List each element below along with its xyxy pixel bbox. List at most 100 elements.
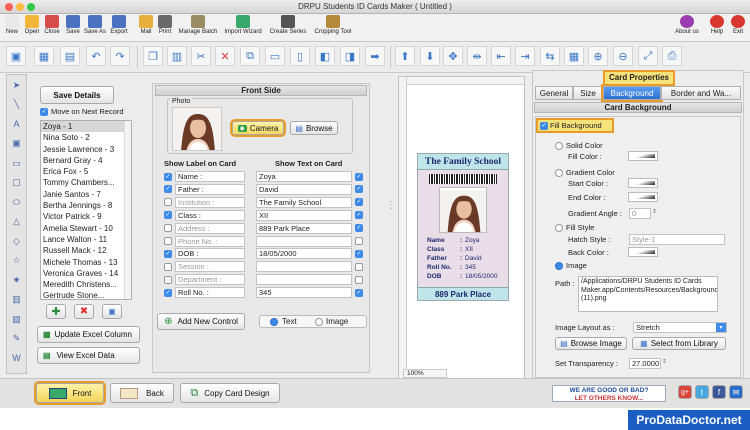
field-label-input[interactable]: Institution :: [175, 196, 245, 208]
signature-icon[interactable]: ✎: [9, 332, 24, 346]
show-text-checkbox[interactable]: ✓: [355, 224, 363, 233]
show-label-checkbox[interactable]: ✓: [164, 288, 172, 297]
end-color-swatch[interactable]: [628, 192, 658, 202]
show-text-checkbox[interactable]: ✓: [355, 211, 363, 220]
record-item[interactable]: Russell Mack - 12: [41, 245, 131, 256]
menu-export-button[interactable]: Export: [108, 15, 130, 35]
add-record-button[interactable]: ✚: [46, 304, 66, 319]
save-details-button[interactable]: Save Details: [40, 86, 114, 104]
bring-front-icon[interactable]: ◨: [340, 46, 360, 66]
record-item[interactable]: Zoya - 1: [41, 121, 131, 133]
show-label-checkbox[interactable]: [164, 275, 172, 284]
field-label-input[interactable]: Class :: [175, 209, 245, 221]
front-side-button[interactable]: Front: [34, 381, 106, 405]
show-text-checkbox[interactable]: [355, 237, 363, 245]
field-label-input[interactable]: Department :: [175, 274, 245, 286]
align-left-icon[interactable]: ⇤: [491, 46, 511, 66]
add-new-control-button[interactable]: ⊕ Add New Control: [157, 313, 245, 330]
zoom-out-icon[interactable]: ⊖: [613, 46, 633, 66]
record-item[interactable]: Veronica Graves - 14: [41, 268, 131, 279]
print-preview-icon[interactable]: ⎙: [662, 46, 682, 66]
field-value-input[interactable]: 889 Park Place: [256, 222, 352, 234]
record-item[interactable]: Lance Walton - 11: [41, 234, 131, 245]
share-icon[interactable]: ✉: [729, 385, 743, 399]
show-label-checkbox[interactable]: ✓: [164, 172, 172, 181]
record-item[interactable]: Nina Soto - 2: [41, 132, 131, 143]
solid-color-radio[interactable]: [555, 142, 563, 150]
image-tool-icon[interactable]: ▣: [9, 137, 24, 151]
browse-photo-button[interactable]: ▤ Browse: [290, 121, 338, 135]
menu-save-as-button[interactable]: Save As: [84, 15, 106, 35]
field-value-input[interactable]: The Family School: [256, 196, 352, 208]
send-back-icon[interactable]: ◧: [315, 46, 335, 66]
menu-about-us-button[interactable]: About us: [674, 15, 700, 35]
delete-icon[interactable]: ✕: [215, 46, 235, 66]
show-label-checkbox[interactable]: [164, 237, 172, 245]
menu-manage-batch-button[interactable]: Manage Batch: [176, 15, 220, 35]
menu-print-button[interactable]: Print: [154, 15, 176, 35]
field-label-input[interactable]: Roll No. :: [175, 287, 245, 299]
triangle-icon[interactable]: △: [9, 215, 24, 229]
feedback-banner[interactable]: WE ARE GOOD OR BAD? LET OTHERS KNOW...: [552, 385, 666, 402]
record-item[interactable]: Tommy Chambers...: [41, 177, 131, 188]
crop-icon[interactable]: ▣: [6, 46, 26, 66]
arrow-right-icon[interactable]: ➡: [365, 46, 385, 66]
text-radio[interactable]: [270, 318, 278, 326]
tab-size[interactable]: Size: [573, 86, 603, 100]
hatch-style-select[interactable]: Style-1: [629, 234, 725, 245]
show-text-checkbox[interactable]: ✓: [355, 249, 363, 258]
field-label-input[interactable]: Name :: [175, 171, 245, 182]
text-icon[interactable]: A: [9, 117, 24, 131]
field-value-input[interactable]: [256, 261, 352, 273]
field-label-input[interactable]: Session :: [175, 261, 245, 273]
field-value-input[interactable]: Zoya: [256, 171, 352, 182]
fill-background-option[interactable]: ✓ Fill Background: [536, 118, 614, 133]
text-box-icon[interactable]: ▤: [60, 46, 80, 66]
zoom-icon[interactable]: ⊕: [588, 46, 608, 66]
menu-close-button[interactable]: Close: [41, 15, 63, 35]
show-label-checkbox[interactable]: ✓: [164, 185, 172, 194]
image-radio[interactable]: [315, 318, 323, 326]
facebook-icon[interactable]: f: [712, 385, 726, 399]
show-text-checkbox[interactable]: [355, 262, 363, 271]
tab-border-and-wa[interactable]: Border and Wa...: [661, 86, 741, 100]
show-label-checkbox[interactable]: [164, 224, 172, 233]
record-item[interactable]: Bernard Gray - 4: [41, 155, 131, 166]
fill-background-checkbox[interactable]: ✓: [540, 121, 548, 130]
image-path-field[interactable]: /Applications/DRPU Students ID Cards Mak…: [578, 276, 718, 312]
field-label-input[interactable]: Father :: [175, 183, 245, 195]
transparency-input[interactable]: 27.0000: [629, 358, 661, 369]
delete-record-button[interactable]: ✖: [74, 304, 94, 319]
field-label-input[interactable]: Phone No. :: [175, 235, 245, 247]
move-next-checkbox[interactable]: ✓: [40, 108, 48, 116]
menu-open-button[interactable]: Open: [21, 15, 43, 35]
id-card-preview[interactable]: The Family School Name: Zoya Class: XII Fath…: [417, 153, 509, 301]
redo-icon[interactable]: ↷: [110, 46, 130, 66]
field-value-input[interactable]: XII: [256, 209, 352, 221]
field-value-input[interactable]: David: [256, 183, 352, 195]
menu-cropping-tool-button[interactable]: Cropping Tool: [311, 15, 355, 35]
record-item[interactable]: Bertha Jennings - 8: [41, 200, 131, 211]
tab-general[interactable]: General: [535, 86, 573, 100]
update-excel-button[interactable]: ▦ Update Excel Column: [37, 326, 140, 343]
record-item[interactable]: Victor Patrick - 9: [41, 211, 131, 222]
cut-icon[interactable]: ✂: [191, 46, 211, 66]
field-label-input[interactable]: Address :: [175, 222, 245, 234]
start-color-swatch[interactable]: [628, 178, 658, 188]
ungroup-icon[interactable]: ▯: [290, 46, 310, 66]
gradient-color-radio[interactable]: [555, 169, 563, 177]
menu-create-series-button[interactable]: Create Series: [266, 15, 310, 35]
align-center-icon[interactable]: ✥: [443, 46, 463, 66]
back-side-button[interactable]: Back: [110, 383, 174, 403]
show-text-checkbox[interactable]: ✓: [355, 198, 363, 207]
browse-image-button[interactable]: ▤ Browse Image: [555, 337, 627, 350]
burst-icon[interactable]: ✷: [9, 273, 24, 287]
duplicate-icon[interactable]: ⧉: [240, 46, 260, 66]
view-excel-button[interactable]: ▤ View Excel Data: [37, 347, 140, 364]
twitter-icon[interactable]: t: [695, 385, 709, 399]
arrow-up-icon[interactable]: ⬆: [395, 46, 415, 66]
field-value-input[interactable]: 345: [256, 287, 352, 299]
barcode-icon[interactable]: ▥: [9, 293, 24, 307]
show-label-checkbox[interactable]: [164, 262, 172, 271]
transparency-stepper[interactable]: ⇕: [662, 358, 667, 365]
